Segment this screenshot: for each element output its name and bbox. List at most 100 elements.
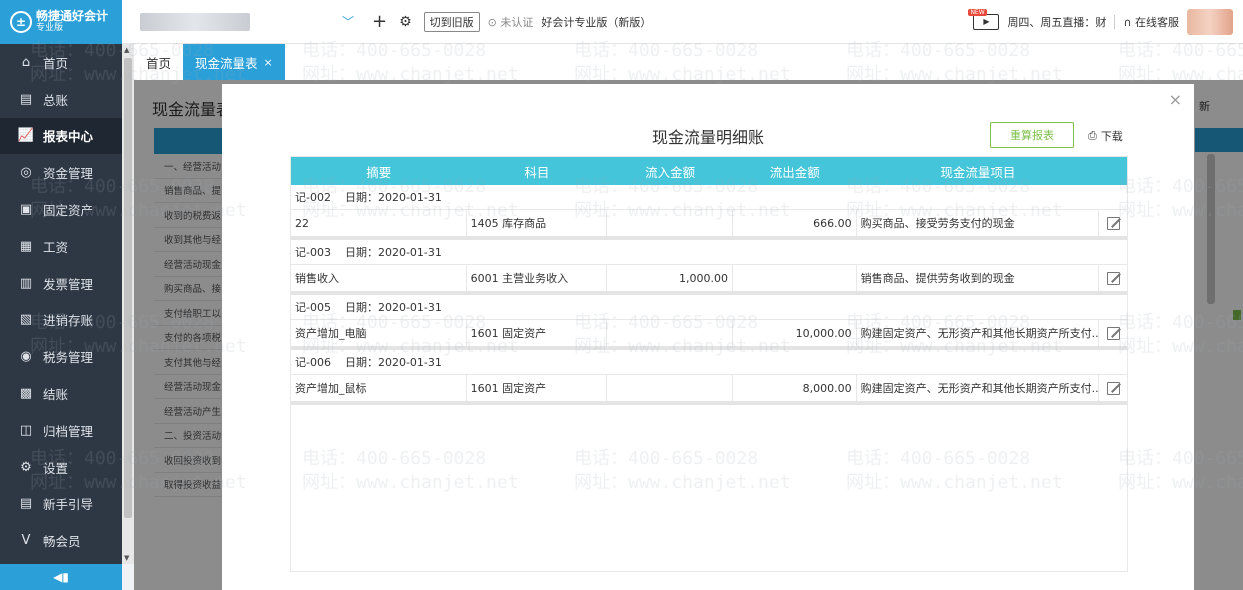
- cell-account: 6001 主营业务收入: [467, 265, 608, 291]
- edit-icon: [1106, 216, 1120, 230]
- edit-icon: [1106, 271, 1120, 285]
- cell-inflow: [607, 375, 733, 401]
- cert-status-label: 未认证: [500, 15, 534, 29]
- voucher-group-header: 记-002 日期：2020-01-31: [291, 185, 1127, 210]
- sidebar-item[interactable]: ▦ 工资: [0, 228, 122, 265]
- cell-summary: 资产增加_电脑: [291, 320, 467, 346]
- sidebar-item[interactable]: 📈 报表中心: [0, 117, 122, 155]
- voucher-date: 日期：2020-01-31: [344, 301, 442, 314]
- logo[interactable]: ± 畅捷通好会计 专业版: [0, 0, 122, 44]
- col-summary: 摘要: [366, 164, 392, 180]
- switch-version-button[interactable]: 切到旧版: [423, 11, 480, 32]
- table-row: 资产增加_电脑 1601 固定资产 10,000.00 购建固定资产、无形资产和其他长…: [291, 320, 1127, 350]
- sidebar-scroll-thumb[interactable]: [124, 58, 132, 518]
- detail-table: 摘要 科目 流入金额 流出金额 现金流量项目 记-002 日期：2020-01-3…: [290, 156, 1128, 572]
- top-bar: ﹀ + ⚙ 切到旧版 ⊙ 未认证 好会计专业版（新版） NEW ▶ 周四、周五直播…: [122, 0, 1243, 44]
- plus-icon[interactable]: +: [372, 11, 387, 32]
- voucher-group-header: 记-006 日期：2020-01-31: [291, 350, 1127, 375]
- cell-cashflow-item: 购建固定资产、无形资产和其他长期资产所支付...: [857, 320, 1100, 346]
- gear-icon[interactable]: ⚙: [399, 14, 412, 30]
- voucher-date: 日期：2020-01-31: [344, 246, 442, 259]
- sidebar-item[interactable]: ◫ 归档管理: [0, 412, 122, 449]
- tab-cashflow[interactable]: 现金流量表 ×: [183, 44, 285, 80]
- sidebar-scrollbar[interactable]: ▲ ▼: [122, 44, 134, 564]
- sidebar-collapse-button[interactable]: ◀▮: [0, 564, 122, 590]
- close-icon[interactable]: ×: [1169, 90, 1182, 109]
- cell-summary: 资产增加_鼠标: [291, 375, 467, 401]
- edit-icon: [1106, 381, 1120, 395]
- salary-icon: ▦: [19, 238, 33, 254]
- scroll-up-icon[interactable]: ▲: [124, 46, 129, 54]
- sidebar-item[interactable]: ◉ 税务管理: [0, 338, 122, 375]
- col-account: 科目: [524, 164, 550, 180]
- new-badge: NEW: [968, 8, 987, 16]
- sidebar-item[interactable]: ◎ 资金管理: [0, 154, 122, 191]
- edition-label: 好会计专业版（新版）: [541, 15, 652, 29]
- cell-outflow: [733, 265, 857, 291]
- sidebar-item[interactable]: ▣ 固定资产: [0, 191, 122, 228]
- sidebar-item[interactable]: ⚙ 设置: [0, 449, 122, 486]
- sidebar-item-label: 首页: [43, 55, 69, 71]
- sidebar-item-label: 税务管理: [43, 350, 94, 366]
- table-row: 22 1405 库存商品 666.00 购买商品、接受劳务支付的现金: [291, 210, 1127, 240]
- col-cashflow-item: 现金流量项目: [940, 164, 1016, 180]
- download-label: 下载: [1100, 130, 1123, 143]
- divider: [1114, 14, 1116, 29]
- edit-icon: [1106, 326, 1120, 340]
- sidebar-item-label: 归档管理: [43, 423, 94, 439]
- gear-icon: ⚙: [20, 459, 32, 475]
- voucher-group-header: 记-005 日期：2020-01-31: [291, 295, 1127, 320]
- sidebar-item-label: 新手引导: [43, 497, 94, 513]
- cell-cashflow-item: 购建固定资产、无形资产和其他长期资产所支付...: [857, 375, 1100, 401]
- sidebar-item[interactable]: ▤ 总账: [0, 81, 122, 118]
- asset-icon: ▣: [19, 202, 33, 218]
- closing-icon: ▩: [19, 386, 33, 402]
- voucher-number[interactable]: 记-003: [295, 244, 331, 260]
- voucher-date: 日期：2020-01-31: [344, 356, 442, 369]
- cell-account: 1405 库存商品: [467, 210, 608, 236]
- ledger-icon: ▤: [19, 91, 33, 107]
- sidebar-item-label: 固定资产: [43, 203, 94, 219]
- sidebar-item[interactable]: ▤ 新手引导: [0, 486, 122, 523]
- online-service-label: 在线客服: [1135, 15, 1179, 29]
- recalculate-button[interactable]: 重算报表: [990, 122, 1074, 148]
- cell-inflow: [607, 210, 733, 236]
- download-icon: ⎙: [1088, 129, 1097, 142]
- tab-home-label: 首页: [146, 55, 172, 71]
- table-row: 资产增加_鼠标 1601 固定资产 8,000.00 购建固定资产、无形资产和其他长期…: [291, 375, 1127, 405]
- avatar[interactable]: [1187, 8, 1233, 35]
- edit-button[interactable]: [1099, 320, 1127, 346]
- edit-button[interactable]: [1099, 210, 1127, 236]
- company-name-blurred[interactable]: [140, 12, 250, 31]
- vip-icon: V: [21, 533, 31, 549]
- sidebar-item[interactable]: ▥ 发票管理: [0, 265, 122, 302]
- voucher-number[interactable]: 记-006: [295, 354, 331, 370]
- tab-close-icon[interactable]: ×: [264, 56, 273, 69]
- cell-account: 1601 固定资产: [467, 320, 608, 346]
- voucher-number[interactable]: 记-002: [295, 189, 331, 205]
- sidebar-item[interactable]: ⌂ 首页: [0, 44, 122, 81]
- cell-inflow: [607, 320, 733, 346]
- tab-home[interactable]: 首页: [134, 44, 183, 80]
- online-service-button[interactable]: ∩ 在线客服: [1123, 14, 1179, 30]
- tab-cashflow-label: 现金流量表: [195, 55, 258, 71]
- live-text[interactable]: 周四、周五直播：财: [1007, 14, 1106, 30]
- sidebar-item[interactable]: ▩ 结账: [0, 375, 122, 412]
- chevron-down-icon[interactable]: ﹀: [342, 13, 354, 30]
- cell-account: 1601 固定资产: [467, 375, 608, 401]
- cell-summary: 销售收入: [291, 265, 467, 291]
- live-icon[interactable]: NEW ▶: [968, 8, 1000, 30]
- voucher-number[interactable]: 记-005: [295, 299, 331, 315]
- sidebar-item[interactable]: V 畅会员: [0, 522, 122, 559]
- edit-button[interactable]: [1099, 375, 1127, 401]
- sidebar-item-label: 畅会员: [43, 534, 81, 550]
- scroll-down-icon[interactable]: ▼: [124, 554, 129, 562]
- chart-icon: 📈: [17, 128, 35, 144]
- guide-icon: ▤: [19, 496, 33, 512]
- table-row: 销售收入 6001 主营业务收入 1,000.00 销售商品、提供劳务收到的现金: [291, 265, 1127, 295]
- edit-button[interactable]: [1099, 265, 1127, 291]
- download-button[interactable]: ⎙ 下载: [1088, 128, 1123, 144]
- sidebar-item[interactable]: ▧ 进销存账: [0, 302, 122, 339]
- voucher-date: 日期：2020-01-31: [344, 191, 442, 204]
- cert-status: ⊙ 未认证: [487, 15, 534, 29]
